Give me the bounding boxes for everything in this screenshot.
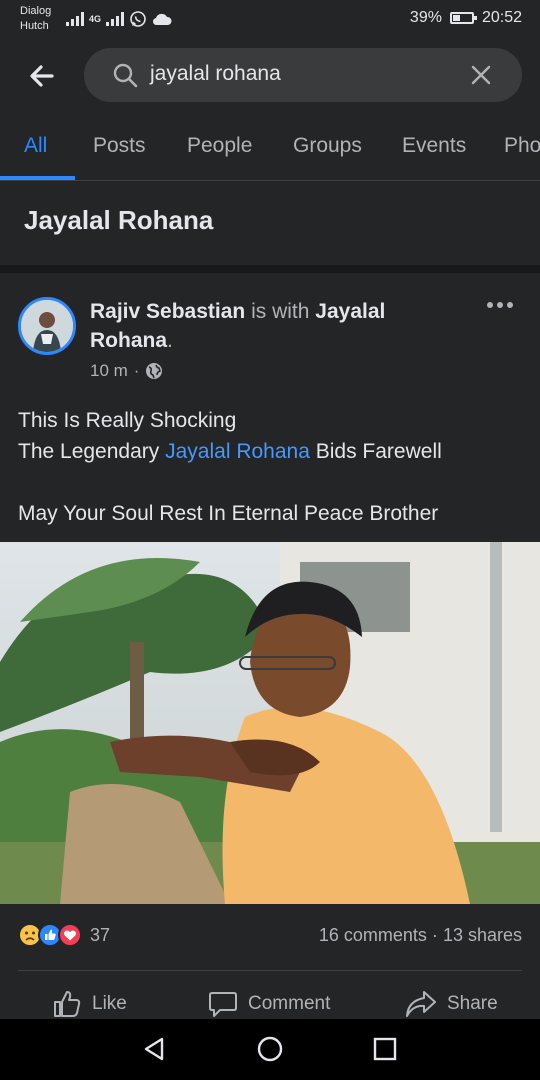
tab-people[interactable]: People — [187, 134, 252, 158]
love-reaction-icon — [58, 923, 82, 947]
mention-link[interactable]: Jayalal Rohana — [165, 440, 310, 463]
post-stats: 16 comments · 13 shares — [318, 925, 522, 945]
comment-icon — [209, 992, 237, 1017]
tab-groups[interactable]: Groups — [293, 134, 362, 158]
period: . — [167, 329, 173, 352]
tab-all[interactable]: All — [24, 134, 47, 158]
share-count[interactable]: 13 shares — [443, 925, 522, 945]
like-button[interactable]: Like — [52, 989, 127, 1019]
home-circle-icon[interactable] — [257, 1036, 283, 1062]
meta-separator: · — [133, 361, 140, 380]
recents-square-icon[interactable] — [372, 1036, 398, 1062]
section-gap — [0, 265, 540, 273]
status-bar: Dialog Hutch 4G 39% 20:52 — [0, 0, 540, 40]
carrier-name: Dialog Hutch — [20, 5, 52, 32]
post-photo[interactable] — [0, 542, 540, 904]
comment-count[interactable]: 16 comments — [319, 925, 427, 945]
globe-icon — [146, 363, 163, 379]
results-header: Jayalal Rohana — [0, 181, 540, 265]
tab-photos[interactable]: Pho — [504, 134, 540, 158]
search-icon — [113, 63, 138, 88]
filter-tabs: All Posts People Groups Events Pho — [0, 112, 540, 180]
post-line-3: May Your Soul Rest In Eternal Peace Brot… — [18, 502, 439, 525]
close-icon[interactable] — [470, 64, 492, 86]
tab-posts[interactable]: Posts — [93, 134, 146, 158]
network-type: 4G — [89, 14, 102, 24]
post-card: Rajiv Sebastian is with Jayalal Rohana. … — [0, 273, 540, 1019]
divider — [18, 970, 522, 971]
comment-button[interactable]: Comment — [208, 989, 330, 1019]
signal-icon — [106, 12, 125, 26]
back-triangle-icon[interactable] — [142, 1036, 168, 1062]
tab-events[interactable]: Events — [402, 134, 466, 158]
more-options-icon[interactable] — [486, 301, 514, 309]
avatar-image — [21, 300, 73, 352]
reaction-count: 37 — [90, 924, 111, 945]
battery-icon — [449, 12, 477, 24]
post-text: This Is Really Shocking The Legendary Ja… — [18, 405, 528, 529]
post-line-2: The Legendary Jayalal Rohana Bids Farewe… — [18, 440, 442, 463]
avatar[interactable] — [18, 297, 76, 355]
clock: 20:52 — [481, 9, 522, 26]
share-icon — [406, 991, 436, 1017]
share-button[interactable]: Share — [405, 989, 498, 1019]
system-nav-bar — [0, 1019, 540, 1080]
post-line-1: This Is Really Shocking — [18, 409, 237, 432]
like-icon — [54, 991, 81, 1017]
page-title: Jayalal Rohana — [24, 205, 214, 235]
signal-icon — [66, 12, 84, 26]
post-time[interactable]: 10 m — [90, 361, 128, 381]
whatsapp-icon — [130, 11, 146, 27]
reaction-summary[interactable]: 37 — [18, 923, 110, 947]
back-arrow-icon[interactable] — [26, 60, 58, 92]
search-header: jayalal rohana — [0, 40, 540, 112]
cloud-icon — [152, 13, 172, 26]
battery-percent: 39% — [409, 9, 442, 26]
search-query[interactable]: jayalal rohana — [150, 62, 281, 86]
with-text: is with — [251, 300, 310, 323]
search-input[interactable]: jayalal rohana — [84, 48, 522, 102]
author-name[interactable]: Rajiv Sebastian — [90, 300, 245, 323]
post-meta: 10 m · — [90, 361, 163, 381]
post-author-line: Rajiv Sebastian is with Jayalal Rohana. — [90, 297, 460, 355]
